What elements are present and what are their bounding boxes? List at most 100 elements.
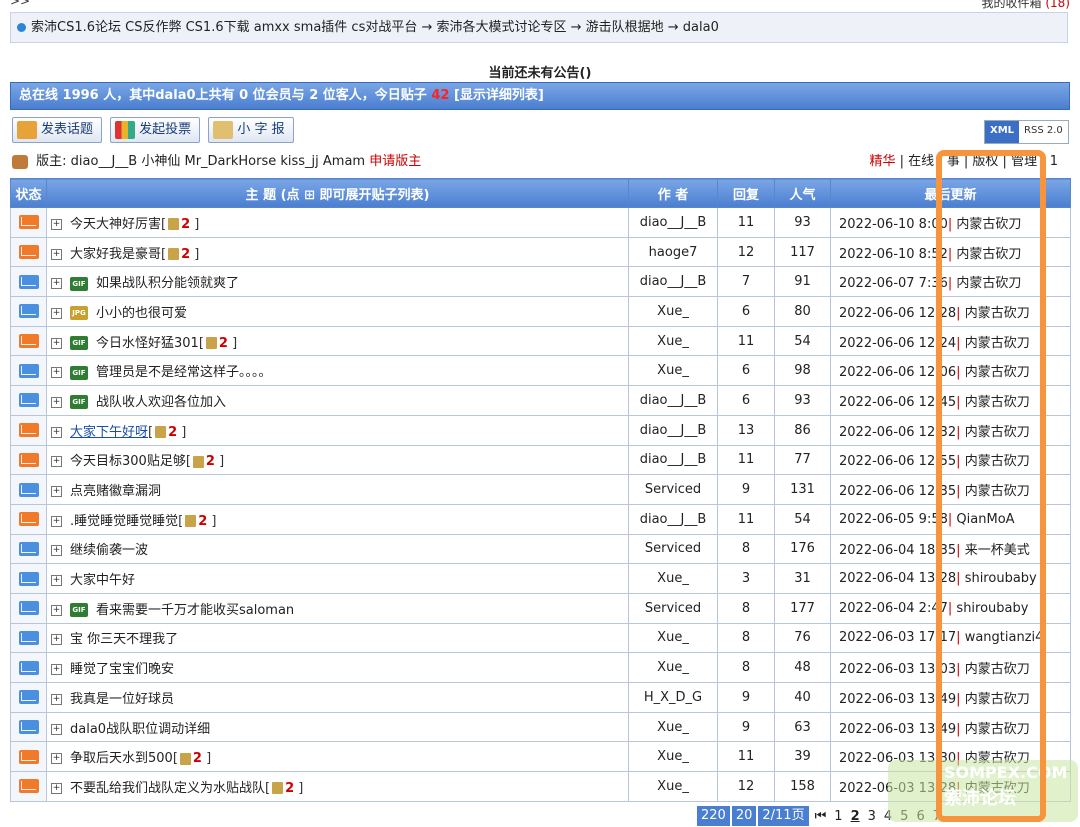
topic-title[interactable]: 继续偷袭一波 xyxy=(70,543,148,558)
topic-title[interactable]: 今天大神好厉害 xyxy=(70,217,161,232)
last-poster[interactable]: 内蒙古砍刀 xyxy=(965,484,1030,499)
last-poster[interactable]: shiroubaby xyxy=(956,601,1028,616)
author-cell[interactable]: Xue_ xyxy=(628,563,718,594)
topic-title[interactable]: 大家下午好呀 xyxy=(70,425,148,440)
topic-title[interactable]: dala0战队职位调动详细 xyxy=(70,722,210,737)
last-poster[interactable]: 内蒙古砍刀 xyxy=(965,692,1030,707)
last-poster[interactable]: 内蒙古砍刀 xyxy=(956,276,1021,291)
expand-icon[interactable]: + xyxy=(51,396,62,408)
topic-title[interactable]: 睡觉了宝宝们晚安 xyxy=(70,662,174,677)
topic-title[interactable]: 我真是一位好球员 xyxy=(70,692,174,707)
new-poll-button[interactable]: 发起投票 xyxy=(110,117,201,143)
author-cell[interactable]: H_X_D_G xyxy=(628,682,718,713)
author-cell[interactable]: Xue_ xyxy=(628,296,718,327)
author-cell[interactable]: diao__J__B xyxy=(628,414,718,446)
page-number[interactable]: 1 xyxy=(830,809,846,824)
author-cell[interactable]: Serviced xyxy=(628,474,718,505)
page-number[interactable]: 2 xyxy=(847,809,864,824)
topic-title[interactable]: 宝 你三天不理我了 xyxy=(70,632,178,647)
author-cell[interactable]: diao__J__B xyxy=(628,385,718,416)
page-number[interactable]: 3 xyxy=(864,809,880,824)
last-poster[interactable]: wangtianzi4 xyxy=(965,630,1044,645)
essence-link[interactable]: 精华 xyxy=(869,154,895,169)
expand-icon[interactable]: + xyxy=(51,218,62,230)
breadcrumb-text[interactable]: 索沛CS1.6论坛 CS反作弊 CS1.6下载 amxx sma插件 cs对战平… xyxy=(31,20,719,35)
author-cell[interactable]: Xue_ xyxy=(628,741,718,773)
page-links[interactable]: [2 ] xyxy=(178,514,216,529)
last-poster[interactable]: 内蒙古砍刀 xyxy=(965,425,1030,440)
author-cell[interactable]: Serviced xyxy=(628,592,718,624)
author-cell[interactable]: Xue_ xyxy=(628,355,718,387)
last-poster[interactable]: 内蒙古砍刀 xyxy=(965,662,1030,677)
author-cell[interactable]: Xue_ xyxy=(628,622,718,654)
expand-icon[interactable]: + xyxy=(51,604,62,616)
expand-icon[interactable]: + xyxy=(51,337,62,349)
forum-tools-links[interactable]: | 在线 | 事 | 版权 | 管理 | 1 xyxy=(900,154,1058,169)
expand-icon[interactable]: + xyxy=(51,545,62,557)
page-links[interactable]: [2 ] xyxy=(186,454,224,469)
expand-icon[interactable]: + xyxy=(51,456,62,468)
page-links[interactable]: [2 ] xyxy=(199,336,237,351)
page-links[interactable]: [2 ] xyxy=(148,425,186,440)
moderator-list[interactable]: diao__J__B 小神仙 Mr_DarkHorse kiss_jj Amam xyxy=(71,154,365,169)
last-poster[interactable]: 内蒙古砍刀 xyxy=(965,306,1030,321)
expand-icon[interactable]: + xyxy=(51,367,62,379)
expand-icon[interactable]: + xyxy=(51,575,62,587)
author-cell[interactable]: diao__J__B xyxy=(628,207,718,238)
last-poster[interactable]: 内蒙古砍刀 xyxy=(965,336,1030,351)
last-poster[interactable]: 内蒙古砍刀 xyxy=(965,365,1030,380)
xml-badge[interactable]: XML xyxy=(985,121,1020,143)
author-cell[interactable]: Serviced xyxy=(628,533,718,565)
small-post-button[interactable]: 小 字 报 xyxy=(208,117,294,143)
topic-title[interactable]: 如果战队积分能领就爽了 xyxy=(96,276,239,291)
author-cell[interactable]: Xue_ xyxy=(628,711,718,743)
expand-icon[interactable]: + xyxy=(51,515,62,527)
author-cell[interactable]: Xue_ xyxy=(628,771,718,802)
last-poster[interactable]: 内蒙古砍刀 xyxy=(965,454,1030,469)
expand-icon[interactable]: + xyxy=(51,753,62,765)
first-page-icon[interactable]: ⏮ xyxy=(811,809,831,824)
show-detail-link[interactable]: [显示详细列表] xyxy=(454,88,544,103)
last-poster[interactable]: 内蒙古砍刀 xyxy=(956,247,1021,262)
last-poster[interactable]: 内蒙古砍刀 xyxy=(965,722,1030,737)
rss-badge[interactable]: RSS 2.0 xyxy=(1019,121,1068,143)
last-poster[interactable]: shiroubaby xyxy=(965,571,1037,586)
expand-icon[interactable]: + xyxy=(51,486,62,498)
topic-title[interactable]: 大家中午好 xyxy=(70,573,135,588)
apply-moderator-link[interactable]: 申请版主 xyxy=(369,154,421,169)
last-poster[interactable]: 内蒙古砍刀 xyxy=(965,395,1030,410)
author-cell[interactable]: haoge7 xyxy=(628,236,718,268)
author-cell[interactable]: diao__J__B xyxy=(628,444,718,476)
expand-icon[interactable]: + xyxy=(51,426,62,438)
topic-title[interactable]: 战队收人欢迎各位加入 xyxy=(96,395,226,410)
expand-icon[interactable]: + xyxy=(51,248,62,260)
topic-title[interactable]: 看来需要一千万才能收买saloman xyxy=(96,603,294,618)
topic-title[interactable]: 点亮赌徽章漏洞 xyxy=(70,484,161,499)
last-poster[interactable]: 来一杯美式 xyxy=(965,543,1030,558)
topic-title[interactable]: 不要乱给我们战队定义为水贴战队 xyxy=(70,781,265,796)
expand-icon[interactable]: + xyxy=(51,664,62,676)
page-links[interactable]: [2 ] xyxy=(161,247,199,262)
expand-icon[interactable]: + xyxy=(51,278,62,290)
expand-icon[interactable]: + xyxy=(51,693,62,705)
topic-title[interactable]: 今天目标300贴足够 xyxy=(70,454,186,469)
inbox-link[interactable]: 我的收件箱 (18) xyxy=(982,0,1070,11)
page-links[interactable]: [2 ] xyxy=(173,751,211,766)
page-links[interactable]: [2 ] xyxy=(161,217,199,232)
expand-icon[interactable]: + xyxy=(51,307,62,319)
author-cell[interactable]: Xue_ xyxy=(628,652,718,683)
new-topic-button[interactable]: 发表话题 xyxy=(12,117,103,143)
topic-title[interactable]: 大家好我是豪哥 xyxy=(70,247,161,262)
expand-icon[interactable]: + xyxy=(51,723,62,735)
last-poster[interactable]: 内蒙古砍刀 xyxy=(956,217,1021,232)
topic-title[interactable]: 管理员是不是经常这样子。。。。 xyxy=(96,365,272,380)
author-cell[interactable]: diao__J__B xyxy=(628,266,718,298)
expand-icon[interactable]: + xyxy=(51,782,62,794)
topic-title[interactable]: 小小的也很可爱 xyxy=(96,306,187,321)
last-poster[interactable]: QianMoA xyxy=(956,512,1014,527)
topic-title[interactable]: 争取后天水到500 xyxy=(70,751,173,766)
page-links[interactable]: [2 ] xyxy=(265,781,303,796)
topic-title[interactable]: .睡觉睡觉睡觉睡觉 xyxy=(70,514,178,529)
author-cell[interactable]: diao__J__B xyxy=(628,503,718,535)
expand-icon[interactable]: + xyxy=(51,634,62,646)
